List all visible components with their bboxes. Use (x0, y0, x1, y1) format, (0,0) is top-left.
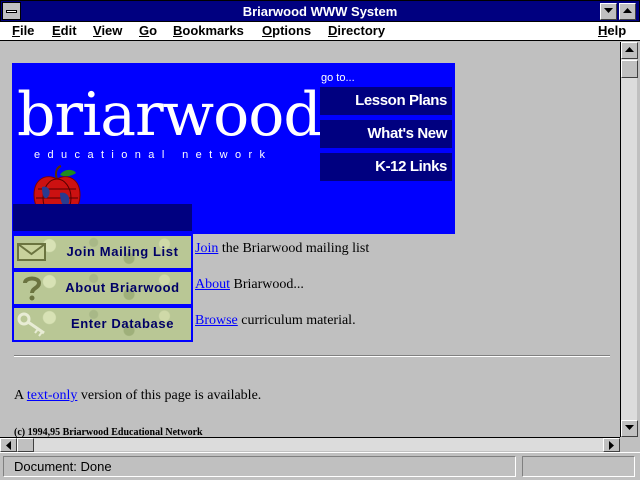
browse-line-text: curriculum material. (237, 313, 356, 328)
right-arrow-icon (609, 441, 614, 450)
page-viewport: briarwood educational network go to... L… (0, 42, 620, 437)
logo-wordmark: briarwood (17, 80, 322, 150)
question-mark-icon (23, 276, 42, 301)
horizontal-rule (14, 355, 610, 357)
browse-link[interactable]: Browse (195, 313, 238, 328)
key-icon (17, 312, 45, 337)
scroll-left-button[interactable] (0, 438, 17, 452)
scroll-up-button[interactable] (621, 42, 638, 59)
minimize-arrow-icon (604, 8, 613, 13)
menu-edit[interactable]: Edit (52, 23, 77, 38)
window-title: Briarwood WWW System (242, 4, 398, 19)
about-briarwood-label: About Briarwood (65, 280, 180, 295)
about-line-text: Briarwood... (230, 277, 304, 292)
scroll-right-button[interactable] (603, 438, 620, 452)
join-link[interactable]: Join (195, 241, 218, 256)
join-mailing-list-label: Join Mailing List (66, 244, 179, 259)
title-bar: Briarwood WWW System (0, 0, 640, 22)
up-arrow-icon (625, 47, 634, 52)
enter-database-button[interactable]: Enter Database (12, 306, 193, 342)
lesson-plans-button[interactable]: Lesson Plans (320, 87, 452, 115)
scroll-down-button[interactable] (621, 420, 638, 437)
k12-links-button[interactable]: K-12 Links (320, 153, 452, 181)
text-only-prefix: A (14, 388, 27, 403)
horizontal-scroll-thumb[interactable] (17, 438, 34, 452)
text-only-suffix: version of this page is available. (77, 388, 262, 403)
banner-dark-strip (13, 204, 192, 231)
vertical-scrollbar[interactable] (620, 42, 638, 437)
logo-subtitle: educational network (34, 149, 273, 161)
about-briarwood-button[interactable]: About Briarwood (12, 270, 193, 306)
menu-file[interactable]: File (12, 23, 34, 38)
join-line-text: the Briarwood mailing list (218, 241, 370, 256)
minimize-button[interactable] (600, 3, 617, 20)
join-line: Join the Briarwood mailing list (195, 241, 369, 257)
whats-new-button[interactable]: What's New (320, 120, 452, 148)
join-mailing-list-button[interactable]: Join Mailing List (12, 234, 193, 270)
about-line: About Briarwood... (195, 277, 304, 293)
menu-help[interactable]: Help (598, 23, 626, 38)
text-only-notice: A text-only version of this page is avai… (14, 388, 261, 404)
about-link[interactable]: About (195, 277, 230, 292)
copyright-text: (c) 1994,95 Briarwood Educational Networ… (14, 427, 203, 437)
status-text: Document: Done (3, 456, 516, 477)
menu-bookmarks[interactable]: Bookmarks (173, 23, 244, 38)
maximize-button[interactable] (619, 3, 636, 20)
text-only-link[interactable]: text-only (27, 388, 78, 403)
left-arrow-icon (6, 441, 11, 450)
browse-line: Browse curriculum material. (195, 313, 356, 329)
status-bar: Document: Done (0, 452, 640, 480)
horizontal-scrollbar[interactable] (0, 437, 620, 452)
envelope-icon (17, 243, 46, 261)
down-arrow-icon (625, 425, 634, 430)
maximize-arrow-icon (623, 8, 632, 13)
progress-indicator (522, 456, 635, 477)
menu-go[interactable]: Go (139, 23, 157, 38)
menu-view[interactable]: View (93, 23, 122, 38)
menu-bar: File Edit View Go Bookmarks Options Dire… (0, 22, 640, 41)
goto-label: go to... (321, 72, 355, 84)
menu-options[interactable]: Options (262, 23, 311, 38)
menu-directory[interactable]: Directory (328, 23, 385, 38)
briarwood-banner: briarwood educational network go to... L… (12, 63, 455, 234)
vertical-scroll-thumb[interactable] (621, 60, 638, 78)
enter-database-label: Enter Database (70, 316, 175, 331)
